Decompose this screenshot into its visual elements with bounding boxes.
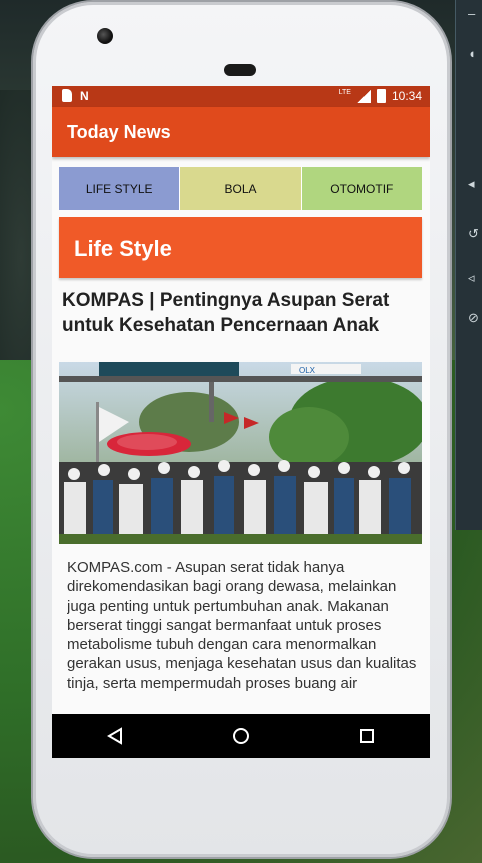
tab-label: LIFE STYLE (85, 181, 153, 196)
banner-text: OLX (299, 366, 316, 375)
emulator-side-panel: – ◖ ◂ ↺ ◃ ⊘ (455, 0, 482, 530)
article-body: KOMPAS.com - Asupan serat tidak hanya di… (67, 559, 417, 692)
navigation-bar (52, 714, 430, 758)
status-clock: 10:34 (391, 89, 422, 103)
signal-icon (356, 89, 371, 103)
section-header: Life Style (59, 217, 422, 278)
tab-life-style[interactable]: LIFE STYLE (59, 167, 181, 210)
phone-screen: N LTE 10:34 Today News LIFE STYLE BOLA O… (52, 86, 430, 758)
nav-back-button[interactable] (95, 721, 135, 751)
panel-zoom-icon[interactable]: ⊘ (468, 310, 479, 326)
panel-power-icon[interactable]: ◖ (468, 46, 476, 61)
app-bar: Today News (52, 107, 430, 157)
tab-otomotif[interactable]: OTOMOTIF (301, 167, 422, 210)
tab-bola[interactable]: BOLA (180, 167, 302, 210)
panel-minimize-icon[interactable]: – (468, 6, 475, 21)
crowd-photo: OLX (59, 362, 422, 544)
tab-label: OTOMOTIF (330, 181, 394, 196)
panel-volume-icon[interactable]: ◂ (468, 176, 475, 192)
nav-recents-button[interactable] (347, 721, 387, 751)
panel-rotate-icon[interactable]: ↺ (468, 226, 479, 242)
article-headline[interactable]: KOMPAS | Pentingnya Asupan Serat untuk K… (62, 288, 424, 338)
earpiece-speaker (224, 64, 256, 76)
panel-back-icon[interactable]: ◃ (468, 270, 475, 286)
back-triangle-icon (107, 727, 122, 745)
sd-card-icon (62, 89, 72, 102)
article-image[interactable]: OLX (59, 362, 422, 544)
home-circle-icon (233, 728, 249, 744)
app-title: Today News (67, 122, 171, 142)
recents-square-icon (360, 729, 374, 743)
status-bar: N LTE 10:34 (52, 86, 430, 107)
front-camera (97, 28, 113, 44)
network-type-label: LTE (338, 88, 351, 96)
notification-n-icon: N (80, 89, 89, 103)
nav-home-button[interactable] (221, 721, 261, 751)
category-tabs: LIFE STYLE BOLA OTOMOTIF (59, 167, 422, 210)
tab-label: BOLA (224, 181, 257, 196)
battery-icon (376, 89, 386, 103)
section-title: Life Style (74, 236, 172, 261)
